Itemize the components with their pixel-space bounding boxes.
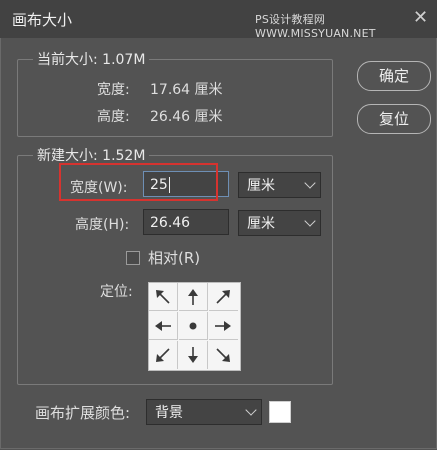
- anchor-cell-bottom-left[interactable]: [149, 341, 178, 369]
- anchor-label: 定位:: [100, 284, 133, 300]
- current-height-value: 26.46 厘米: [150, 109, 223, 125]
- chevron-down-icon: [304, 177, 316, 189]
- anchor-cell-top-right[interactable]: [209, 283, 238, 311]
- arrow-left-icon: [155, 321, 171, 331]
- anchor-grid: [148, 282, 241, 371]
- arrow-down-right-icon: [216, 348, 230, 362]
- reset-button[interactable]: 复位: [357, 104, 431, 134]
- close-icon[interactable]: ✕: [413, 7, 428, 28]
- color-swatch[interactable]: [269, 401, 291, 423]
- extension-color-label: 画布扩展颜色:: [35, 404, 131, 422]
- arrow-up-icon: [188, 289, 198, 305]
- highlight-box: [59, 163, 218, 201]
- window-title: 画布大小: [12, 11, 73, 29]
- anchor-cell-center[interactable]: [179, 312, 208, 340]
- extension-color-value: 背景: [155, 405, 183, 421]
- chevron-down-icon: [245, 404, 257, 416]
- new-height-label: 高度(H):: [75, 217, 130, 233]
- current-width-value: 17.64 厘米: [150, 82, 223, 98]
- title-bar: 画布大小 PS设计教程网 WWW.MISSYUAN.NET ✕: [0, 0, 437, 40]
- height-input[interactable]: 26.46: [143, 209, 229, 235]
- center-dot-icon: [189, 322, 197, 330]
- current-width-label: 宽度:: [97, 82, 130, 98]
- arrow-up-right-icon: [216, 290, 230, 304]
- relative-label: 相对(R): [148, 249, 201, 267]
- height-unit-value: 厘米: [247, 216, 275, 232]
- height-input-value: 26.46: [150, 215, 191, 231]
- anchor-cell-top[interactable]: [179, 283, 208, 311]
- arrow-down-left-icon: [156, 348, 170, 362]
- arrow-right-icon: [215, 321, 231, 331]
- width-unit-value: 厘米: [247, 178, 275, 194]
- width-unit-select[interactable]: 厘米: [238, 172, 321, 198]
- ok-button[interactable]: 确定: [357, 61, 431, 91]
- current-height-label: 高度:: [97, 109, 130, 125]
- arrow-up-left-icon: [156, 290, 170, 304]
- anchor-cell-top-left[interactable]: [149, 283, 178, 311]
- height-unit-select[interactable]: 厘米: [238, 210, 321, 236]
- new-size-legend: 新建大小: 1.52M: [33, 145, 150, 165]
- extension-color-select[interactable]: 背景: [146, 399, 262, 425]
- chevron-down-icon: [304, 215, 316, 227]
- relative-checkbox[interactable]: [126, 251, 140, 265]
- anchor-cell-right[interactable]: [209, 312, 238, 340]
- watermark-text: PS设计教程网 WWW.MISSYUAN.NET: [255, 13, 376, 40]
- anchor-cell-bottom[interactable]: [179, 341, 208, 369]
- arrow-down-icon: [188, 347, 198, 363]
- anchor-cell-left[interactable]: [149, 312, 178, 340]
- current-size-legend: 当前大小: 1.07M: [33, 49, 150, 69]
- anchor-cell-bottom-right[interactable]: [209, 341, 238, 369]
